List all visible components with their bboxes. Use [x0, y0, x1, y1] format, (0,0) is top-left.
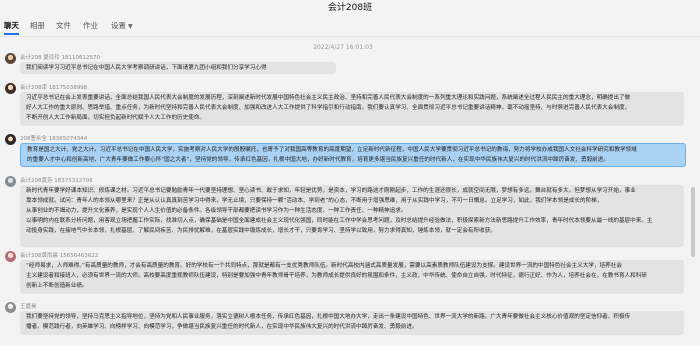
- message-text: 主义建设者和接班人，必须有世界一流的大师。高校要高度重视教师队伍建设，特别是要加…: [26, 273, 647, 279]
- tab-chat[interactable]: 聊天: [4, 16, 19, 36]
- message-bubble[interactable]: 我们阅读学习习近平总书记在中国人民大学考察调研讲话，下面请第九团小组和我们分享学…: [20, 62, 336, 74]
- message-text: 不断开创人大工作新局面，切实担负起新时代赋予人大工作的历史使命。: [26, 115, 206, 121]
- message-text: 好人大工作的重大原则、思路举措、重点任务，为新时代坚持和完善人民代表大会制度、加…: [26, 105, 631, 111]
- message-text: 新时代青年要学好课本知识、修炼课之材。习近平总书记要勉励青年一代要坚持理想、坚心…: [26, 188, 636, 194]
- avatar[interactable]: [5, 251, 16, 262]
- avatar[interactable]: [5, 53, 16, 64]
- message-text: 习近平总书记在会上发表重要讲话，全面总结我国人民代表大会制度的发展历程，深刻阐述…: [26, 95, 631, 101]
- message-bubble[interactable]: 新时代青年要学好课本知识、修炼课之材。习近平总书记要勉励青年一代要坚持理想、坚心…: [20, 185, 684, 247]
- avatar[interactable]: [5, 134, 16, 145]
- message-sender: 王嘉昊: [20, 304, 37, 310]
- message-text: 从事创业的不竭动力，提升文化素养，是实现个人人生价值的必备条件。各级领导干部都要…: [26, 208, 407, 214]
- message-text: 教育是国之大计、党之大计。习近平总书记在中国人民大学，实施考察对人民大学的殷殷嘱…: [27, 147, 637, 153]
- tab-homework[interactable]: 作业: [83, 16, 98, 36]
- message-text: 播者、模范践行者，向英雄学习、向榜样学习、向模范学习，争做堪当民族复兴重任的时代…: [26, 324, 418, 330]
- avatar[interactable]: [5, 176, 16, 187]
- message-sender: 208曹永全 18365074344: [20, 136, 88, 142]
- message-text: “经师易求，人师难得。”有高质量的教师，才会有高质量的教育。好的学校有一个共同特…: [26, 263, 622, 269]
- message-text: 靠本领成就。试问：青年人的本领从哪里来？正是从认认真真刻苦学习中得来，学无止境，…: [26, 198, 603, 204]
- message-sender: 会计208 夏玲玲 18110612570: [20, 55, 100, 61]
- message-timestamp: 2022/4/27 16:01:03: [313, 44, 373, 51]
- message-bubble[interactable]: 我们要坚持党的领导，坚持马克思主义指导地位，坚持为党和人民事业服务，落实立德树人…: [20, 311, 684, 335]
- avatar[interactable]: [5, 302, 16, 313]
- tab-bar: 聊天 相册 文件 作业 设置 ▼: [0, 16, 700, 37]
- message-sender: 会计208黄雨晨 15656463622: [20, 253, 99, 259]
- message-bubble-selected[interactable]: 教育是国之大计、党之大计。习近平总书记在中国人民大学，实施考察对人民大学的殷殷嘱…: [20, 143, 686, 167]
- scrollbar-thumb[interactable]: [691, 187, 695, 257]
- message-text: 我们阅读学习习近平总书记在中国人民大学考察调研讲话，下面请第九团小组和我们分享学…: [26, 65, 267, 71]
- message-bubble[interactable]: 习近平总书记在会上发表重要讲话，全面总结我国人民代表大会制度的发展历程，深刻阐述…: [20, 92, 684, 126]
- tab-album[interactable]: 相册: [30, 16, 45, 36]
- message-sender: 会计208黄芳 18375312706: [20, 178, 93, 184]
- avatar[interactable]: [5, 83, 16, 94]
- message-sender: 会计208漆 18175038998: [20, 85, 88, 91]
- tab-settings[interactable]: 设置 ▼: [111, 16, 133, 36]
- tab-settings-label: 设置: [111, 21, 126, 30]
- message-text: 以事明的内在联系分析问题，用客观立场把握工作实际，找准切入点，确保基础是中国全面…: [26, 218, 653, 224]
- tab-files[interactable]: 文件: [56, 16, 71, 36]
- message-bubble[interactable]: “经师易求，人师难得。”有高质量的教师，才会有高质量的教育。好的学校有一个共同特…: [20, 260, 684, 294]
- message-text: 动投身实践，在接地气中长本领，扎根基层、了解民间疾苦、为民排忧解难，在基层实践中…: [26, 228, 496, 234]
- chevron-down-icon: ▼: [128, 23, 133, 30]
- message-text: 我们要坚持党的领导，坚持马克思主义指导地位，坚持为党和人民事业服务，落实立德树人…: [26, 314, 631, 320]
- chat-scrollbar[interactable]: [690, 37, 696, 346]
- chat-area[interactable]: 2022/4/27 16:01:03 会计208 夏玲玲 18110612570…: [0, 37, 686, 346]
- message-text: 的重要人才中心和创新高地，广大青年要做工作要心怀“国之大者”，坚持党的领导，传承…: [27, 157, 609, 163]
- window-title: 会计208班: [0, 0, 700, 16]
- message-text: 创新上不断创造新业绩。: [26, 283, 88, 289]
